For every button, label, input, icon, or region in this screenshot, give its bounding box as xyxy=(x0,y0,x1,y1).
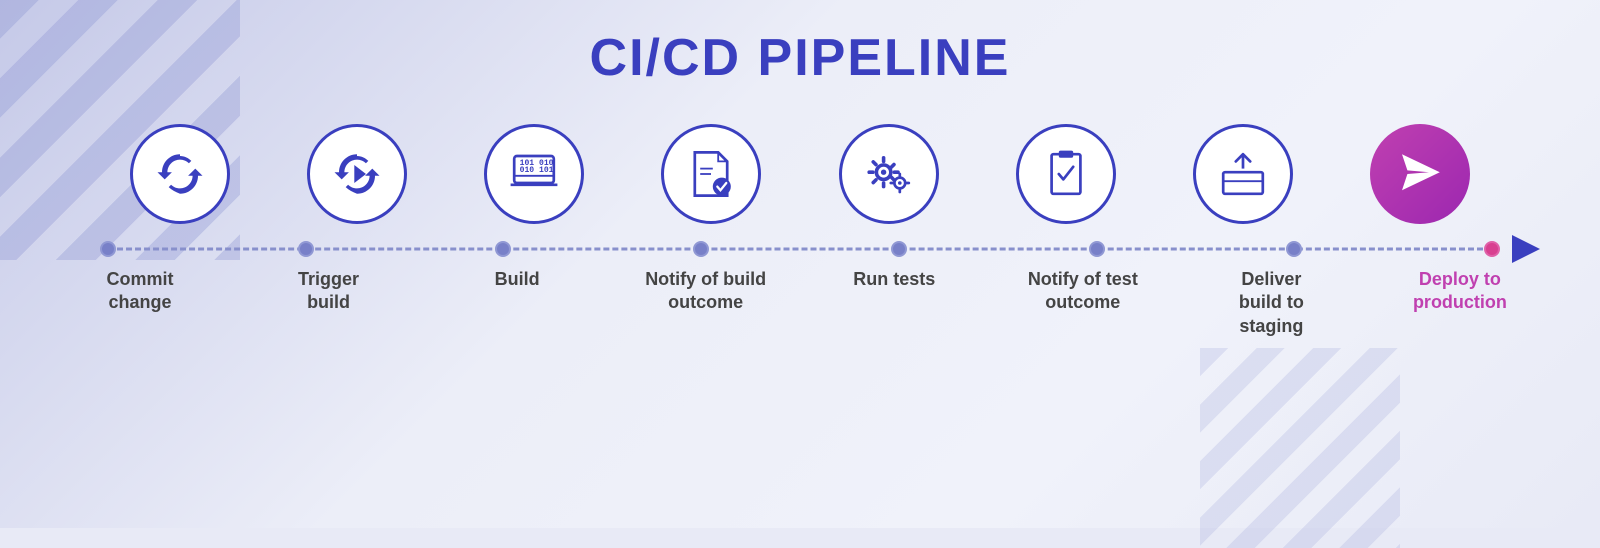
deliver-staging-icon-circle xyxy=(1193,124,1293,224)
timeline-arrow xyxy=(1512,235,1540,263)
label-deliver-staging: Deliverbuild tostaging xyxy=(1191,268,1351,338)
clipboard-check-icon xyxy=(1039,147,1093,201)
step-build: 010 101 101 010 xyxy=(454,124,614,224)
build-icon-circle: 010 101 101 010 xyxy=(484,124,584,224)
notify-test-icon-circle xyxy=(1016,124,1116,224)
timeline-dot-6 xyxy=(1089,241,1105,257)
svg-text:101 010: 101 010 xyxy=(520,159,554,168)
notify-build-icon-circle xyxy=(661,124,761,224)
pipeline-wrapper: 010 101 101 010 xyxy=(40,124,1560,338)
deploy-production-icon-circle xyxy=(1370,124,1470,224)
timeline-dot-7 xyxy=(1286,241,1302,257)
label-notify-build: Notify of buildoutcome xyxy=(626,268,786,315)
step-commit-change xyxy=(100,124,260,224)
label-run-tests: Run tests xyxy=(814,268,974,291)
label-trigger-build: Triggerbuild xyxy=(249,268,409,315)
refresh-icon xyxy=(153,147,207,201)
label-build: Build xyxy=(437,268,597,291)
trigger-build-icon-circle xyxy=(307,124,407,224)
step-trigger-build xyxy=(277,124,437,224)
trigger-icon xyxy=(330,147,384,201)
stripe-decoration-bottomright xyxy=(1200,348,1400,548)
step-notify-build xyxy=(631,124,791,224)
build-icon: 010 101 101 010 xyxy=(507,147,561,201)
timeline-dot-4 xyxy=(693,241,709,257)
run-tests-icon-circle xyxy=(839,124,939,224)
icons-row: 010 101 101 010 xyxy=(40,124,1560,224)
label-notify-test: Notify of testoutcome xyxy=(1003,268,1163,315)
label-commit-change: Commitchange xyxy=(60,268,220,315)
timeline xyxy=(40,234,1560,264)
document-check-icon xyxy=(684,147,738,201)
step-notify-test xyxy=(986,124,1146,224)
labels-row: Commitchange Triggerbuild Build Notify o… xyxy=(40,268,1560,338)
main-content: CI/CD PIPELINE xyxy=(0,0,1600,338)
label-deploy-production: Deploy toproduction xyxy=(1380,268,1540,315)
timeline-dot-1 xyxy=(100,241,116,257)
step-deploy-production xyxy=(1340,124,1500,224)
timeline-dot-3 xyxy=(495,241,511,257)
upload-box-icon xyxy=(1216,147,1270,201)
step-run-tests xyxy=(809,124,969,224)
gears-icon xyxy=(862,147,916,201)
step-deliver-staging xyxy=(1163,124,1323,224)
timeline-dot-2 xyxy=(298,241,314,257)
page-title: CI/CD PIPELINE xyxy=(590,28,1011,88)
timeline-dot-5 xyxy=(891,241,907,257)
timeline-dot-8 xyxy=(1484,241,1500,257)
send-icon xyxy=(1393,147,1447,201)
commit-change-icon-circle xyxy=(130,124,230,224)
